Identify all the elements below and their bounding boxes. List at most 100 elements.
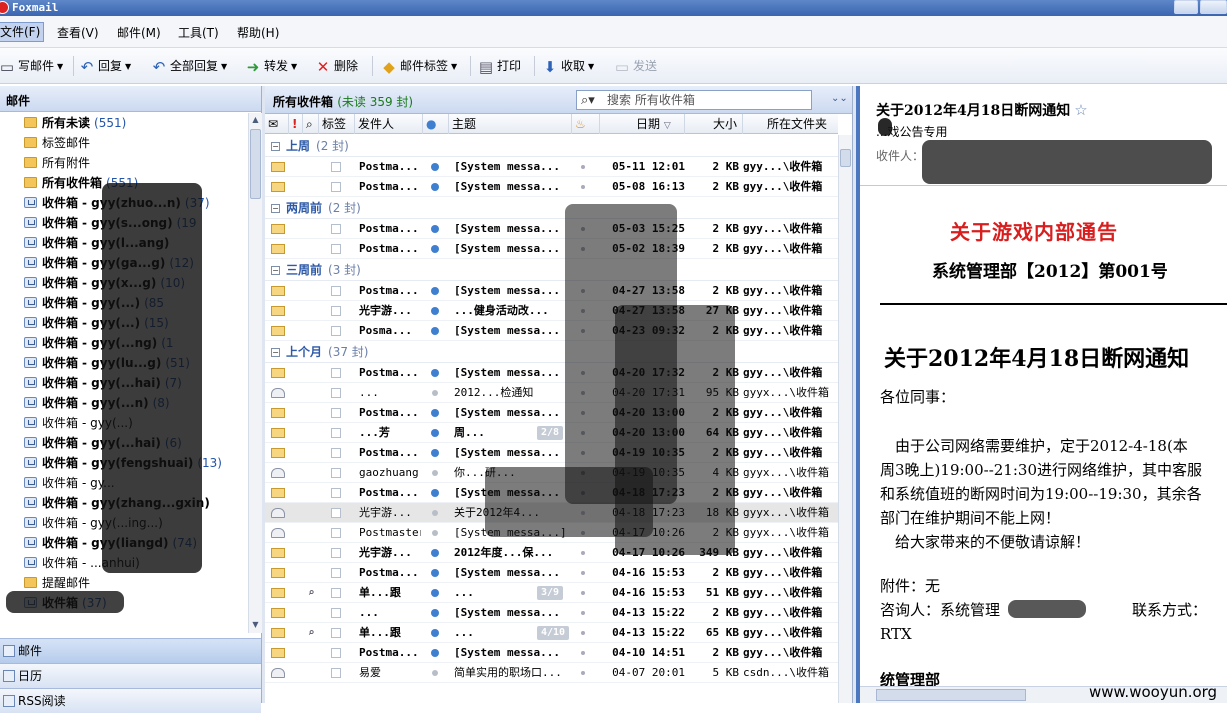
tag-checkbox[interactable]	[331, 588, 341, 598]
forward-button[interactable]: ➜ 转发 ▼	[244, 56, 297, 76]
mail-row[interactable]: Postma...[System messa...04-27 13:582 KB…	[265, 281, 838, 301]
mail-row[interactable]: ... [System messa... 04-13 15:22 2 KB gyy...…	[265, 603, 838, 623]
col-read-icon[interactable]: ✉	[265, 114, 289, 134]
delete-button[interactable]: ✕ 删除	[314, 56, 358, 76]
mail-list-scrollbar[interactable]	[838, 135, 852, 703]
col-flag-icon[interactable]: ♨	[572, 114, 600, 134]
flag-dot[interactable]	[581, 571, 585, 575]
mail-row[interactable]: ⌕ 单...跟... 3/9 04-16 15:53 51 KB gyy...\收件箱	[265, 583, 838, 603]
tag-checkbox[interactable]	[331, 224, 341, 234]
group-header[interactable]: − 两周前 (2 封)	[265, 197, 838, 219]
mail-tag-button[interactable]: ◆ 邮件标签 ▼	[380, 56, 457, 76]
collapse-icon[interactable]: −	[271, 266, 280, 275]
scrollbar-thumb[interactable]	[876, 689, 1026, 701]
expand-icon[interactable]: ⌄⌄	[831, 93, 848, 104]
mail-row[interactable]: Posma...[System messa...04-23 09:322 KBg…	[265, 321, 838, 341]
scroll-up-icon[interactable]: ▲	[249, 113, 262, 127]
minimize-button[interactable]	[1174, 0, 1198, 14]
mail-row[interactable]: ⌕ 单...跟... 4/10 04-13 15:22 65 KB gyy...\收件箱	[265, 623, 838, 643]
flag-dot[interactable]	[581, 551, 585, 555]
compose-button[interactable]: ▭ 写邮件 ▼	[0, 56, 63, 76]
tag-checkbox[interactable]	[331, 306, 341, 316]
tag-checkbox[interactable]	[331, 286, 341, 296]
maximize-button[interactable]	[1200, 0, 1227, 14]
flag-dot[interactable]	[581, 611, 585, 615]
flag-dot[interactable]	[581, 185, 585, 189]
folder-item[interactable]: 所有附件	[0, 153, 248, 173]
compose-dropdown-icon[interactable]: ▼	[57, 62, 63, 71]
receive-button[interactable]: ⬇ 收取 ▼	[541, 56, 594, 76]
reply-button[interactable]: ↶ 回复 ▼	[78, 56, 131, 76]
tag-checkbox[interactable]	[331, 488, 341, 498]
mail-row[interactable]: Postma... [System messa... 05-11 12:01 2 KB…	[265, 157, 838, 177]
col-date[interactable]: 日期 ▽	[600, 114, 685, 134]
tag-checkbox[interactable]	[331, 508, 341, 518]
nav-mail[interactable]: 邮件	[0, 638, 261, 663]
folder-scrollbar[interactable]: ▲ ▼	[248, 113, 262, 633]
flag-dot[interactable]	[581, 671, 585, 675]
tag-checkbox[interactable]	[331, 608, 341, 618]
group-header[interactable]: − 三周前 (3 封)	[265, 259, 838, 281]
mail-row[interactable]: Postma...[System messa...04-20 13:002 KB…	[265, 403, 838, 423]
group-header[interactable]: − 上周 (2 封)	[265, 135, 838, 157]
tag-checkbox[interactable]	[331, 568, 341, 578]
reply-all-button[interactable]: ↶ 全部回复 ▼	[150, 56, 227, 76]
nav-calendar[interactable]: 日历	[0, 663, 261, 688]
col-sender[interactable]: 发件人	[355, 114, 423, 134]
mail-row[interactable]: ...芳周...2/804-20 13:0064 KBgyy...\收件箱	[265, 423, 838, 443]
mail-row[interactable]: 易爱 简单实用的职场口... 04-07 20:01 5 KB csdn...\收件箱	[265, 663, 838, 683]
mail-row[interactable]: 光宇游......健身活动改...04-27 13:5827 KBgyy...\…	[265, 301, 838, 321]
flag-dot[interactable]	[581, 591, 585, 595]
scrollbar-thumb[interactable]	[840, 149, 851, 167]
tag-checkbox[interactable]	[331, 468, 341, 478]
menu-mail[interactable]: 邮件(M)	[117, 24, 161, 41]
col-subject[interactable]: 主题	[449, 114, 572, 134]
mail-row[interactable]: 光宇游...2012年度...保...04-17 10:26349 KBgyy.…	[265, 543, 838, 563]
folder-item[interactable]: 所有未读 (551)	[0, 113, 248, 133]
collapse-icon[interactable]: −	[271, 142, 280, 151]
tag-checkbox[interactable]	[331, 428, 341, 438]
reply-dropdown-icon[interactable]: ▼	[125, 62, 131, 71]
search-input[interactable]: ⌕▾ 搜索 所有收件箱	[576, 90, 812, 110]
scroll-down-icon[interactable]: ▼	[249, 618, 262, 632]
col-size[interactable]: 大小	[685, 114, 743, 134]
folder-item[interactable]: 提醒邮件	[0, 573, 248, 593]
flag-dot[interactable]	[581, 165, 585, 169]
tag-checkbox[interactable]	[331, 628, 341, 638]
print-button[interactable]: ▤ 打印	[477, 56, 521, 76]
group-header[interactable]: − 上个月 (37 封)	[265, 341, 838, 363]
tag-checkbox[interactable]	[331, 162, 341, 172]
folder-item[interactable]: 标签邮件	[0, 133, 248, 153]
menu-view[interactable]: 查看(V)	[57, 24, 99, 41]
star-icon[interactable]: ☆	[1074, 101, 1087, 119]
forward-dropdown-icon[interactable]: ▼	[291, 62, 297, 71]
receive-dropdown-icon[interactable]: ▼	[588, 62, 594, 71]
mail-row[interactable]: Postma...[System messa...04-19 10:352 KB…	[265, 443, 838, 463]
tag-dropdown-icon[interactable]: ▼	[451, 62, 457, 71]
menu-file[interactable]: 文件(F)	[0, 22, 45, 42]
flag-dot[interactable]	[581, 631, 585, 635]
send-button[interactable]: ▭ 发送	[613, 56, 657, 76]
tag-checkbox[interactable]	[331, 244, 341, 254]
tag-checkbox[interactable]	[331, 408, 341, 418]
col-attachment-icon[interactable]: ⌕	[303, 114, 319, 134]
col-tag[interactable]: 标签	[319, 114, 355, 134]
tag-checkbox[interactable]	[331, 548, 341, 558]
mail-row[interactable]: Postma...[System messa...05-02 18:392 KB…	[265, 239, 838, 259]
collapse-icon[interactable]: −	[271, 348, 280, 357]
mail-row[interactable]: Postma... [System messa... 05-08 16:13 2 KB…	[265, 177, 838, 197]
collapse-icon[interactable]: −	[271, 204, 280, 213]
tag-checkbox[interactable]	[331, 182, 341, 192]
col-status-icon[interactable]: ●	[423, 114, 449, 134]
mail-row[interactable]: Postma... [System messa... 04-16 15:53 2 KB…	[265, 563, 838, 583]
flag-dot[interactable]	[581, 651, 585, 655]
tag-checkbox[interactable]	[331, 528, 341, 538]
nav-rss[interactable]: RSS阅读	[0, 688, 261, 713]
menu-tools[interactable]: 工具(T)	[178, 24, 219, 41]
mail-row[interactable]: Postma...[System messa...05-03 15:252 KB…	[265, 219, 838, 239]
tag-checkbox[interactable]	[331, 668, 341, 678]
tag-checkbox[interactable]	[331, 448, 341, 458]
mail-row[interactable]: Postma...[System messa...04-20 17:322 KB…	[265, 363, 838, 383]
tag-checkbox[interactable]	[331, 326, 341, 336]
scrollbar-thumb[interactable]	[250, 129, 261, 199]
